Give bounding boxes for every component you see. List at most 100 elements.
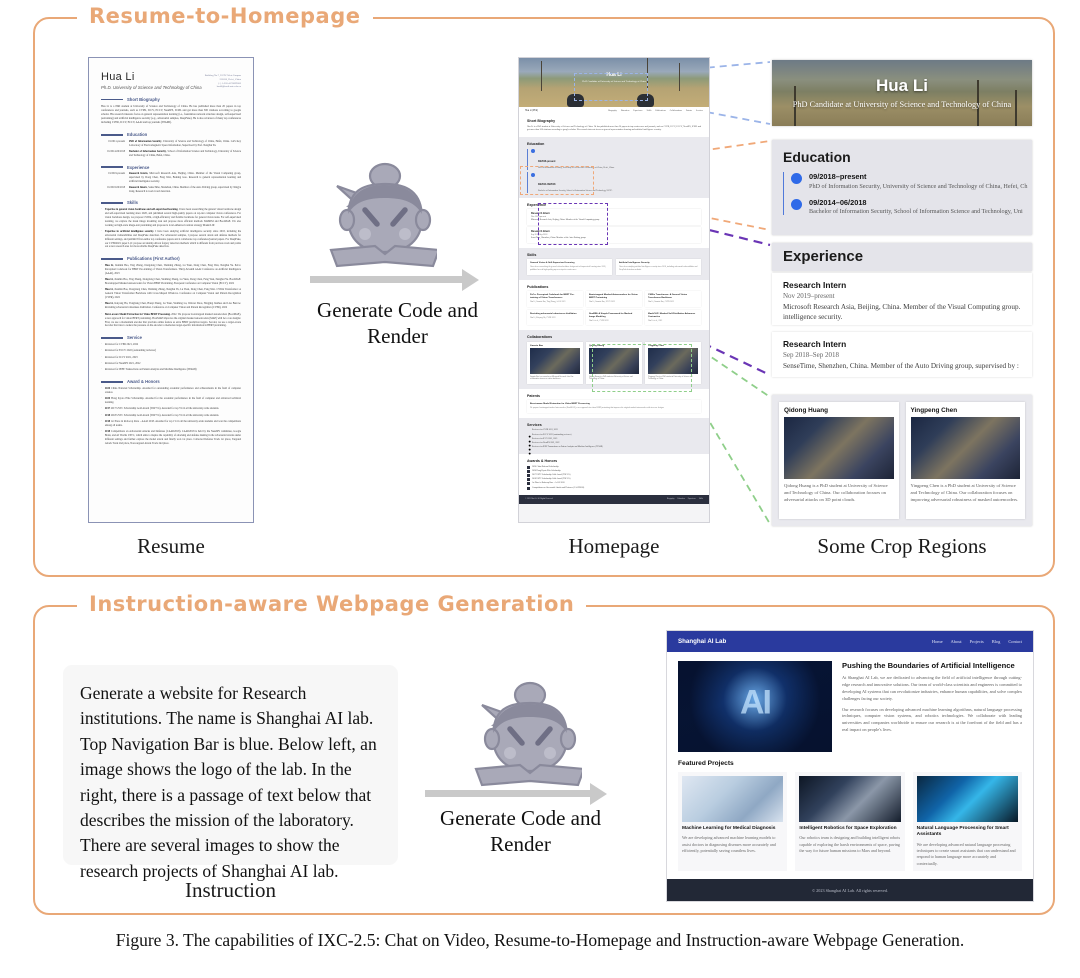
award-badge-icon [527, 469, 530, 473]
experience-card: Research Intern Nov 2019-present Microso… [527, 209, 701, 225]
experience-card: Research Intern Sep 2018-Sep 2018 SenseT… [527, 227, 701, 243]
ailab-navbar[interactable]: Shanghai AI Lab Home About Projects Blog… [667, 631, 1033, 652]
bullet-body: Hua Li, Kaiyang Hu, Yongliang Chen, Hanq… [105, 302, 241, 310]
project-title: Intelligent Robotics for Space Explorati… [799, 826, 897, 831]
project-desc: We are developing advanced machine learn… [682, 835, 776, 854]
homepage-section-experience: Experience Research Intern Nov 2019-pres… [519, 197, 709, 248]
footer-link[interactable]: Biography [667, 498, 675, 500]
section-heading: Awards & Honors [527, 459, 558, 464]
publication-authors: Hua Li et al., CVPR 2022 [589, 319, 609, 322]
resume-bullet: · 2017 2017 USTC Scholarship Gold Award (… [101, 407, 241, 411]
shoe-decor [637, 94, 654, 107]
crop-collaborator-card: Qidong Huang Qidong Huang is a PhD stude… [779, 402, 899, 519]
nav-item-contact[interactable]: Contact [1008, 639, 1022, 644]
bullet-text: Reviewer for CVPR 2021, 2022 [104, 342, 139, 346]
bullet-dot: · [101, 413, 102, 417]
section-heading: Experience [527, 202, 547, 207]
project-card[interactable]: Intelligent Robotics for Space Explorati… [795, 772, 905, 872]
resume-section-heading: Service [101, 335, 241, 340]
resume-section-heading: Skills [101, 200, 241, 205]
service-item: · Reviewer for ICCV 2021, 2023 [527, 437, 701, 455]
publication-card: Revisiting adversarial robustness distil… [527, 309, 583, 326]
bullet-dot: · [101, 342, 102, 346]
footer-link[interactable]: Education [678, 498, 685, 500]
nav-item[interactable]: Collaborations [670, 110, 682, 112]
footer-link[interactable]: Experience [688, 498, 696, 500]
resume-document: Building No.7, USTC West Campus 230026, … [88, 57, 254, 523]
nav-item[interactable]: Experience [633, 110, 642, 112]
ailab-brand: Shanghai AI Lab [678, 638, 727, 645]
homepage-navbar[interactable]: Hua Li (Phd) Biography Education Experie… [519, 107, 709, 114]
arrow-generate-render-bottom [425, 782, 615, 806]
label-instruction: Instruction [185, 878, 276, 902]
service-bullet: · [527, 437, 533, 455]
publication-title: CSWin Transformer: A General Vision Tran… [648, 294, 688, 300]
nav-item-about[interactable]: About [951, 639, 962, 644]
publication-card: SimMIM: A Simple Framework for Masked Im… [586, 309, 642, 326]
award-item: Competitions on Adversarial Attacks and … [527, 486, 701, 490]
crop-collaborator-desc: Qidong Huang is a PhD student at Univers… [784, 483, 888, 502]
nav-item[interactable]: Education [621, 110, 629, 112]
section-rule [101, 202, 123, 204]
section-title: Publications (First Author) [127, 256, 180, 262]
crop-experience-desc: Microsoft Research Asia, Beijing, China.… [783, 303, 1021, 322]
project-desc: Our robotics team is designing and build… [799, 835, 901, 854]
resume-section-heading: Publications (First Author) [101, 256, 241, 261]
label-homepage: Homepage [568, 534, 660, 558]
resume-bullet: · Burst-aware Model Extraction for Video… [101, 313, 241, 329]
crop-region-collaborators: Qidong Huang Qidong Huang is a PhD stude… [772, 395, 1032, 526]
service-item: · Reviewer for CVPR 2021, 2022 [527, 429, 701, 446]
homepage-nav-items[interactable]: Biography Education Experience Skills Pu… [608, 110, 703, 112]
nav-item[interactable]: Patents [686, 110, 692, 112]
nav-item-blog[interactable]: Blog [992, 639, 1001, 644]
homepage-footer-links[interactable]: Biography Education Experience Skills [667, 498, 703, 500]
ailab-hero: AI Pushing the Boundaries of Artificial … [667, 652, 1033, 758]
skill-body: I have been researching the general visi… [530, 266, 606, 271]
collaborator-name: Jianmin Bao [530, 344, 544, 347]
resume-entry: 01/2014-06/2018 Bachelor of Information … [101, 150, 241, 158]
publication-authors: Hua Li, Jianmin Bao, ECCV 2022 [589, 301, 615, 303]
project-card[interactable]: Machine Learning for Medical Diagnosis W… [678, 772, 788, 872]
footer-link[interactable]: Skills [699, 498, 703, 500]
bullet-dot: · [101, 397, 102, 401]
service-bullet: · [527, 433, 533, 451]
ailab-webpage-mock: Shanghai AI Lab Home About Projects Blog… [666, 630, 1034, 902]
ailab-footer: © 2023 Shanghai AI Lab. All rights reser… [667, 879, 1033, 901]
timeline-dot-icon [531, 149, 535, 154]
arrow-caption-bottom: Generate Code and Render [408, 805, 633, 858]
patent-desc: We propose bootstrapped masked autoencod… [530, 407, 665, 410]
resume-section-heading: Education [101, 132, 241, 137]
nav-item[interactable]: Skills [647, 110, 652, 112]
project-card[interactable]: Natural Language Processing for Smart As… [912, 772, 1022, 872]
section-rule [101, 337, 123, 339]
bullet-body: Expertise in general vision backbone and… [105, 208, 241, 227]
skills-grid: General Vision & Self-Supervised Learnin… [527, 259, 701, 275]
homepage-hero: Hua Li Ph.D Candidate at University of S… [519, 58, 709, 107]
resume-bullet: · Reviewer for CVPR 2021, 2022 [101, 343, 241, 347]
nav-item-projects[interactable]: Projects [970, 639, 984, 644]
nav-item-home[interactable]: Home [932, 639, 943, 644]
resume-bullet: · Expertise in general vision backbone a… [101, 208, 241, 227]
ailab-copyright: © 2023 Shanghai AI Lab. All rights reser… [811, 887, 889, 893]
ailab-nav-items[interactable]: Home About Projects Blog Contact [932, 639, 1022, 644]
entry-body: Research Intern, Microsoft Research Asia… [129, 172, 241, 184]
ailab-hero-paragraph-2: Our research focuses on developing advan… [842, 706, 1022, 733]
crop-collaborator-photo [910, 417, 1020, 479]
nav-item[interactable]: Services [696, 110, 703, 112]
nav-item[interactable]: Publications [655, 110, 665, 112]
arrow-shaft [425, 790, 593, 797]
publication-authors: Hua Li, Jianmin Bao, Ting Zhang, AAAI 20… [530, 301, 566, 303]
homepage-section-education: Education 09/2018-present PhD of Informa… [519, 137, 709, 198]
homepage-copyright: © 2023 Hua Li. All Rights Reserved. [525, 498, 554, 501]
bullet-dot: · [101, 430, 102, 434]
bullet-dot: · [101, 386, 102, 390]
nav-item[interactable]: Biography [608, 110, 617, 112]
project-image [916, 776, 1018, 822]
award-badge-icon [527, 478, 530, 482]
skill-title: General Vision & Self-Supervised Learnin… [530, 262, 575, 265]
award-text: Competitions on Adversarial Attacks and … [104, 430, 241, 446]
crop-education-item: 09/2018–present PhD of Information Secur… [791, 172, 1028, 190]
resume-bullet: · Reviewer for NeurIPS 2021, 2022 [101, 362, 241, 366]
figure-root: Resume-to-Homepage Building No.7, USTC W… [0, 0, 1080, 978]
award-text: 2017 USTC Scholarship Gold Award (TOP 5%… [110, 407, 220, 411]
